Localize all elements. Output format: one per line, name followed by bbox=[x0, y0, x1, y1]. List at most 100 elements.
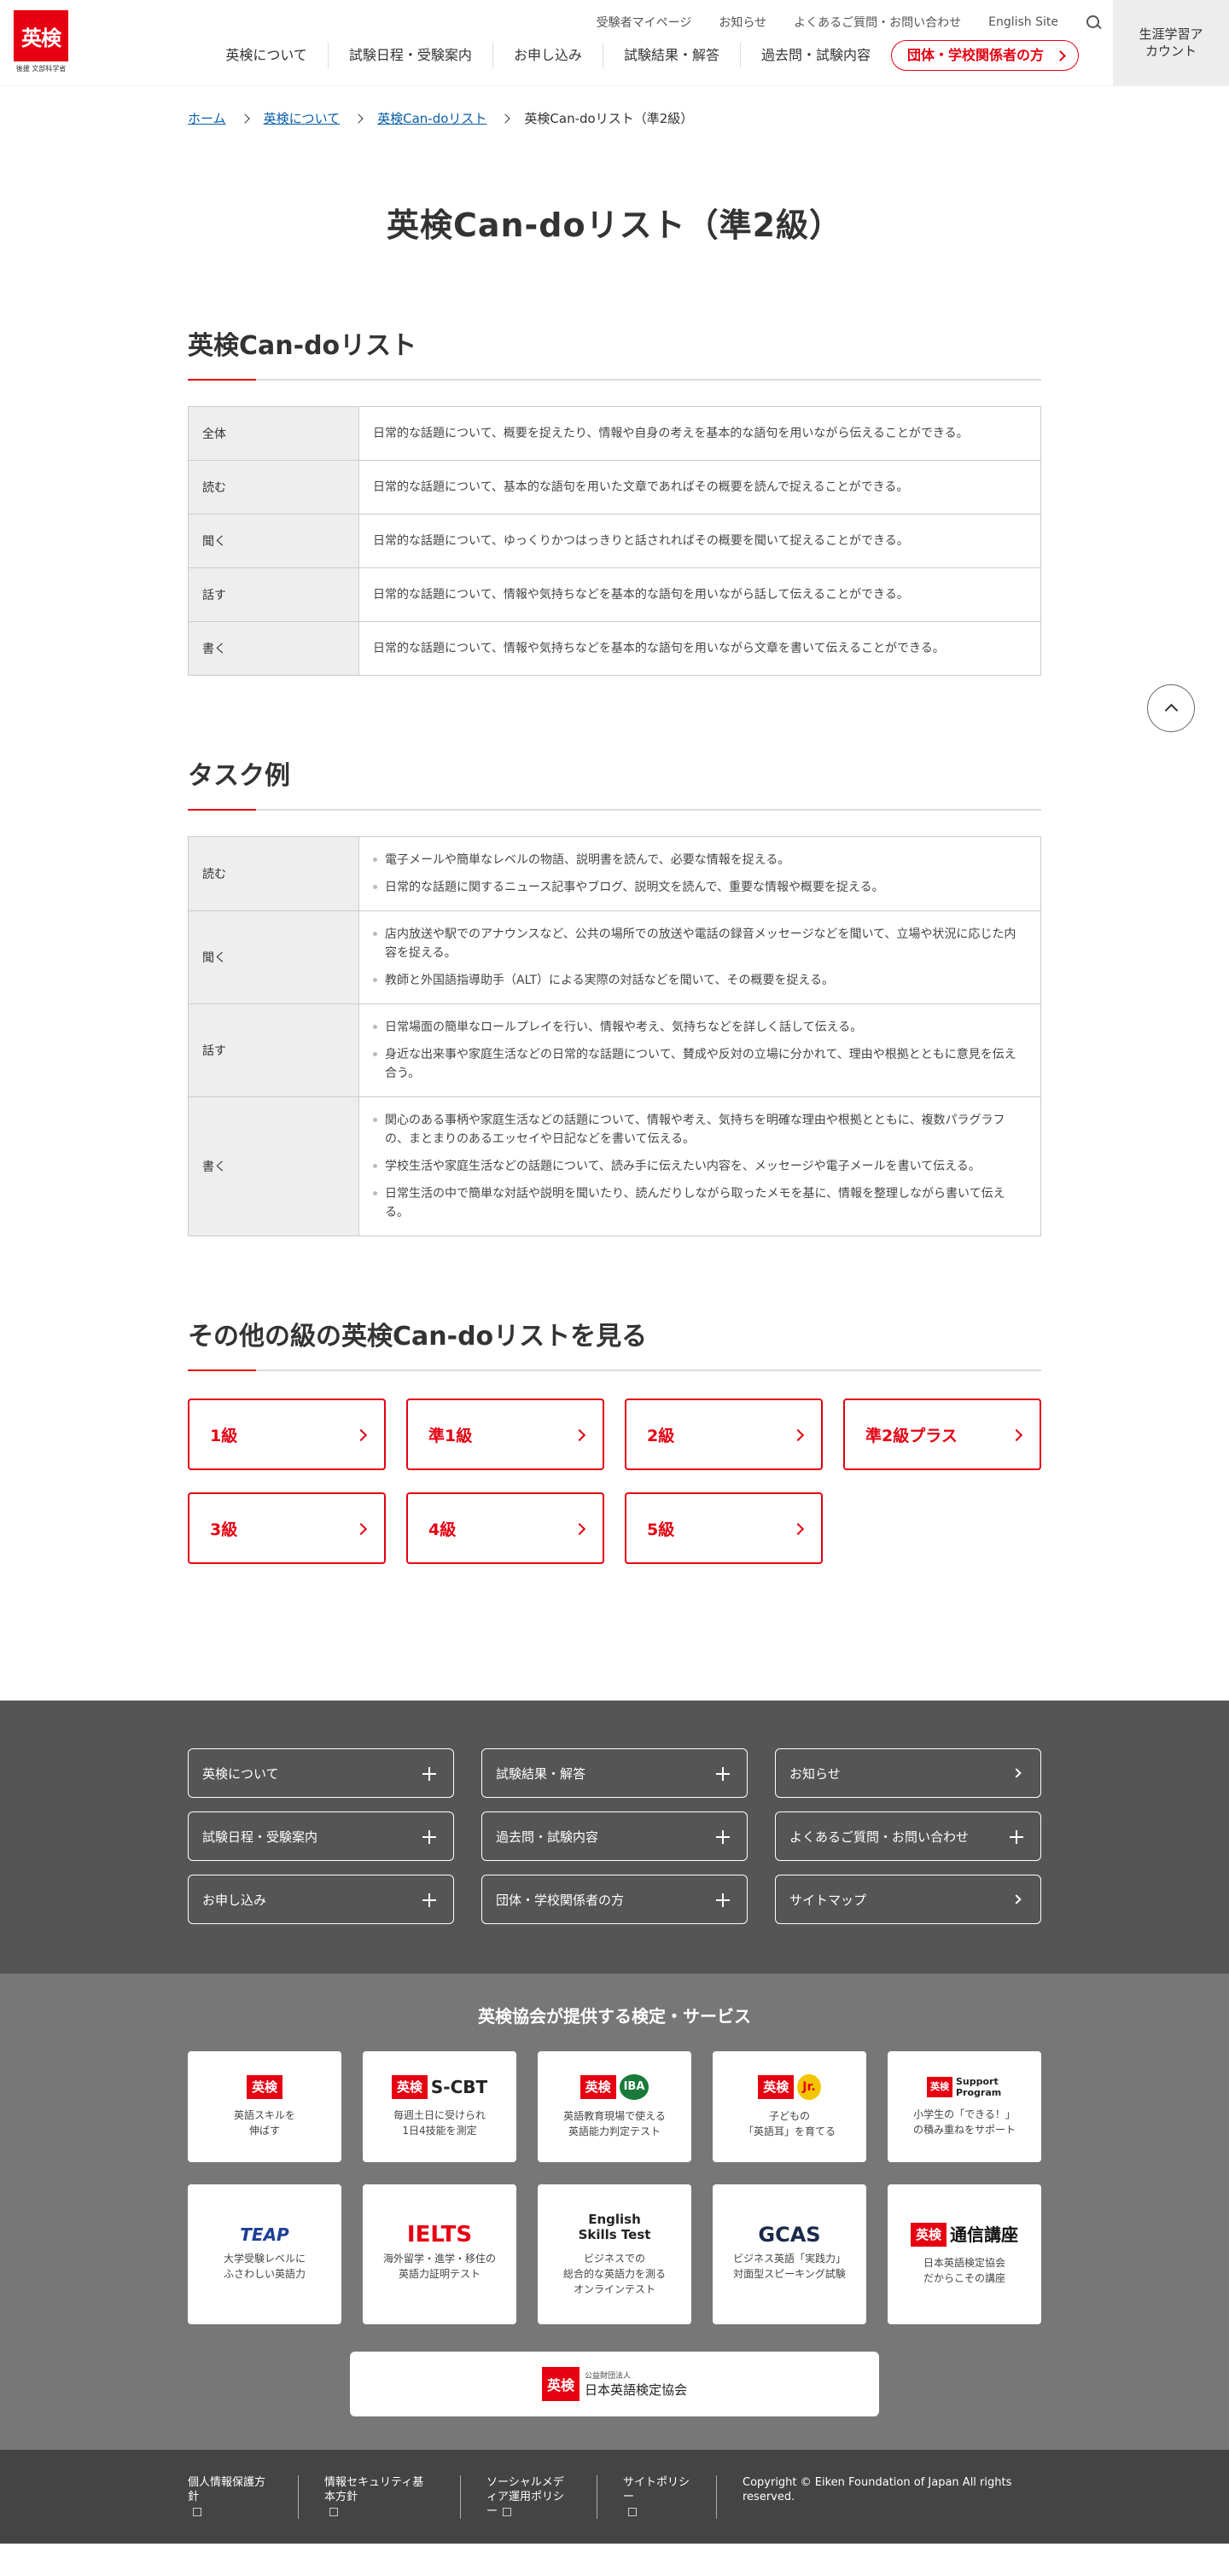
service-ielts[interactable]: IELTS 海外留学・進学・移住の 英語力証明テスト bbox=[363, 2184, 516, 2324]
footer-link-schedule[interactable]: 試験日程・受験案内 bbox=[188, 1811, 454, 1861]
breadcrumb-about[interactable]: 英検について bbox=[264, 109, 341, 127]
row-text: 日常的な話題について、ゆっくりかつはっきりと話されればその概要を聞いて捉えること… bbox=[358, 514, 1041, 568]
plus-icon bbox=[716, 1767, 730, 1781]
services-section: 英検協会が提供する検定・サービス 英検 英語スキルを 伸ばす 英検 S-CBT 毎… bbox=[0, 1974, 1229, 2450]
table-row: 書く 日常的な話題について、情報や気持ちなどを基本的な語句を用いながら文章を書いて… bbox=[188, 621, 1041, 676]
footer-link-group[interactable]: 団体・学校関係者の方 bbox=[481, 1875, 748, 1924]
eiken-logo-badge: 英検 bbox=[541, 2367, 580, 2401]
service-gcas[interactable]: GCAS ビジネス英語「実践力」 対面型スピーキング試験 bbox=[713, 2184, 866, 2324]
footer-link-past-tests[interactable]: 過去問・試験内容 bbox=[481, 1811, 748, 1861]
grade-link-3[interactable]: 3級 bbox=[188, 1492, 386, 1564]
foundation-name-text: 日本英語検定協会 bbox=[585, 2382, 688, 2398]
table-row: 全体 日常的な話題について、概要を捉えたり、情報や自身の考えを基本的な語句を用いな… bbox=[188, 406, 1041, 461]
grade-link-4[interactable]: 4級 bbox=[406, 1492, 604, 1564]
foundation-name: 公益財団法人 日本英語検定協会 bbox=[585, 2370, 687, 2399]
grade-link-1[interactable]: 1級 bbox=[188, 1398, 386, 1470]
service-jr[interactable]: 英検 Jr. 子どもの 「英語耳」を育てる bbox=[713, 2051, 866, 2162]
footer-social-media-link[interactable]: ソーシャルメディア運用ポリシー bbox=[486, 2475, 597, 2519]
row-label: 話す bbox=[188, 567, 359, 622]
plus-icon bbox=[422, 1893, 436, 1907]
grade-links: 1級 準1級 2級 準2級プラス 3級 4級 5級 bbox=[188, 1398, 1041, 1564]
copyright: Copyright © Eiken Foundation of Japan Al… bbox=[743, 2476, 1012, 2503]
service-iba[interactable]: 英検 IBA 英語教育現場で使える 英語能力判定テスト bbox=[538, 2051, 691, 2162]
row-label: 全体 bbox=[188, 406, 359, 461]
footer-site-policy-link[interactable]: サイトポリシー bbox=[623, 2475, 717, 2519]
main-content: ホーム 英検について 英検Can-doリスト 英検Can-doリスト（準2級） … bbox=[188, 85, 1041, 1564]
list-item: 教師と外国語指導助手（ALT）による実際の対話などを聞いて、その概要を捉える。 bbox=[373, 971, 1027, 990]
footer-link-results[interactable]: 試験結果・解答 bbox=[481, 1748, 748, 1798]
group-school-button[interactable]: 団体・学校関係者の方 bbox=[890, 40, 1079, 71]
table-row: 読む 電子メールや簡単なレベルの物語、説明書を読んで、必要な情報を捉える。 日常… bbox=[188, 836, 1041, 911]
service-desc: 英語教育現場で使える 英語能力判定テスト bbox=[563, 2110, 666, 2137]
search-icon[interactable] bbox=[1086, 15, 1101, 30]
service-support-program[interactable]: 英検 Support Program 小学生の「できる！」 の積み重ねをサポート bbox=[888, 2051, 1041, 2162]
grade-link-pre1[interactable]: 準1級 bbox=[406, 1398, 604, 1470]
service-correspondence[interactable]: 英検 通信講座 日本英語検定協会 だからこその講座 bbox=[888, 2184, 1041, 2324]
service-eiken[interactable]: 英検 英語スキルを 伸ばす bbox=[188, 2051, 341, 2162]
footer-link-faq[interactable]: よくあるご質問・お問い合わせ bbox=[775, 1811, 1041, 1861]
row-text: 日常的な話題について、情報や気持ちなどを基本的な語句を用いながら文章を書いて伝え… bbox=[358, 621, 1041, 676]
service-desc: ビジネスでの 総合的な英語力を測る オンラインテスト bbox=[562, 2253, 666, 2295]
breadcrumb-home[interactable]: ホーム bbox=[188, 109, 226, 127]
footer-security-link[interactable]: 情報セキュリティ基本方針 bbox=[324, 2475, 461, 2519]
list-item: 日常的な話題に関するニュース記事やブログ、説明文を読んで、重要な情報や概要を捉え… bbox=[373, 878, 1027, 897]
chevron-right-icon bbox=[500, 113, 511, 124]
footer-nav: 英検について 試験結果・解答 お知らせ 試験日程・受験案内 過去問・試験内容 よ… bbox=[0, 1701, 1229, 1974]
service-desc: 日本英語検定協会 だからこその講座 bbox=[923, 2257, 1005, 2284]
table-row: 聞く 店内放送や駅でのアナウンスなど、公共の場所での放送や電話の録音メッセージな… bbox=[188, 910, 1041, 1004]
logo-mark: 英検 bbox=[14, 10, 68, 61]
cando-table: 全体 日常的な話題について、概要を捉えたり、情報や自身の考えを基本的な語句を用いな… bbox=[188, 406, 1041, 676]
cando-section-title: 英検Can-doリスト bbox=[188, 324, 1041, 381]
footer-link-apply[interactable]: お申し込み bbox=[188, 1875, 454, 1924]
footer-privacy-link[interactable]: 個人情報保護方針 bbox=[188, 2475, 299, 2519]
util-link-mypage[interactable]: 受験者マイページ bbox=[597, 14, 692, 31]
service-linguaskill[interactable]: English Skills Test ビジネスでの 総合的な英語力を測る オン… bbox=[538, 2184, 691, 2324]
row-body: 関心のある事柄や家庭生活などの話題について、情報や考え、気持ちを明確な理由や根拠… bbox=[358, 1096, 1041, 1236]
footer-link-news[interactable]: お知らせ bbox=[775, 1748, 1041, 1798]
service-teap[interactable]: TEAP 大学受験レベルに ふさわしい英語力 bbox=[188, 2184, 341, 2324]
util-link-news[interactable]: お知らせ bbox=[719, 14, 766, 31]
list-item: 関心のある事柄や家庭生活などの話題について、情報や考え、気持ちを明確な理由や根拠… bbox=[373, 1111, 1027, 1148]
task-table: 読む 電子メールや簡単なレベルの物語、説明書を読んで、必要な情報を捉える。 日常… bbox=[188, 836, 1041, 1236]
list-item: 日常生活の中で簡単な対話や説明を聞いたり、読んだりしながら取ったメモを基に、情報… bbox=[373, 1184, 1027, 1222]
other-grades-title: その他の級の英検Can-doリストを見る bbox=[188, 1315, 1041, 1371]
lifelong-account-button[interactable]: 生涯学習アカウント bbox=[1113, 0, 1229, 85]
utility-nav: 受験者マイページ お知らせ よくあるご質問・お問い合わせ English Sit… bbox=[597, 14, 1101, 31]
breadcrumb-cando[interactable]: 英検Can-doリスト bbox=[377, 109, 486, 127]
services-title: 英検協会が提供する検定・サービス bbox=[478, 2006, 751, 2026]
list-item: 学校生活や家庭生活などの話題について、読み手に伝えたい内容を、メッセージや電子メ… bbox=[373, 1157, 1027, 1176]
eiken-foundation-link[interactable]: 英検 公益財団法人 日本英語検定協会 bbox=[350, 2352, 879, 2416]
footer-link-label: よくあるご質問・お問い合わせ bbox=[789, 1829, 970, 1845]
eiken-logo-badge: 英検 bbox=[391, 2075, 428, 2099]
security-label: 情報セキュリティ基本方針 bbox=[324, 2476, 424, 2503]
site-footer: 個人情報保護方針 情報セキュリティ基本方針 ソーシャルメディア運用ポリシー サイ… bbox=[0, 2450, 1229, 2544]
service-logo-text: S-CBT bbox=[430, 2077, 488, 2097]
row-label: 話す bbox=[188, 1003, 359, 1097]
external-link-icon bbox=[503, 2507, 512, 2516]
grade-link-2[interactable]: 2級 bbox=[625, 1398, 823, 1470]
footer-link-sitemap[interactable]: サイトマップ bbox=[775, 1875, 1041, 1924]
nav-apply[interactable]: お申し込み bbox=[493, 43, 603, 68]
nav-about[interactable]: 英検について bbox=[205, 43, 329, 68]
nav-schedule[interactable]: 試験日程・受験案内 bbox=[329, 43, 493, 68]
row-text: 日常的な話題について、基本的な語句を用いた文章であればその概要を読んで捉えること… bbox=[358, 460, 1041, 515]
eiken-logo-badge: 英検 bbox=[758, 2075, 795, 2099]
grade-link-pre2plus[interactable]: 準2級プラス bbox=[843, 1398, 1041, 1470]
service-scbt[interactable]: 英検 S-CBT 毎週土日に受けられ 1日4技能を測定 bbox=[363, 2051, 516, 2162]
eiken-logo[interactable]: 英検 後援 文部科学省 bbox=[14, 10, 68, 73]
nav-results[interactable]: 試験結果・解答 bbox=[603, 43, 741, 68]
nav-past-tests[interactable]: 過去問・試験内容 bbox=[741, 43, 891, 68]
breadcrumb-current: 英検Can-doリスト（準2級） bbox=[524, 111, 694, 126]
table-row: 話す 日常的な話題について、情報や気持ちなどを基本的な語句を用いながら話して伝える… bbox=[188, 567, 1041, 622]
scroll-to-top-button[interactable] bbox=[1147, 684, 1195, 732]
foundation-type: 公益財団法人 bbox=[585, 2372, 632, 2381]
footer-link-label: 過去問・試験内容 bbox=[496, 1829, 599, 1845]
footer-link-about[interactable]: 英検について bbox=[188, 1748, 454, 1798]
footer-link-label: お申し込み bbox=[202, 1892, 267, 1908]
table-row: 話す 日常場面の簡単なロールプレイを行い、情報や考え、気持ちなどを詳しく話して伝… bbox=[188, 1003, 1041, 1097]
grade-link-5[interactable]: 5級 bbox=[625, 1492, 823, 1564]
eiken-logo-badge: 英検 bbox=[927, 2077, 952, 2097]
util-link-faq[interactable]: よくあるご質問・お問い合わせ bbox=[794, 14, 961, 31]
util-link-english[interactable]: English Site bbox=[988, 15, 1058, 29]
eiken-logo-badge: 英検 bbox=[910, 2223, 947, 2247]
